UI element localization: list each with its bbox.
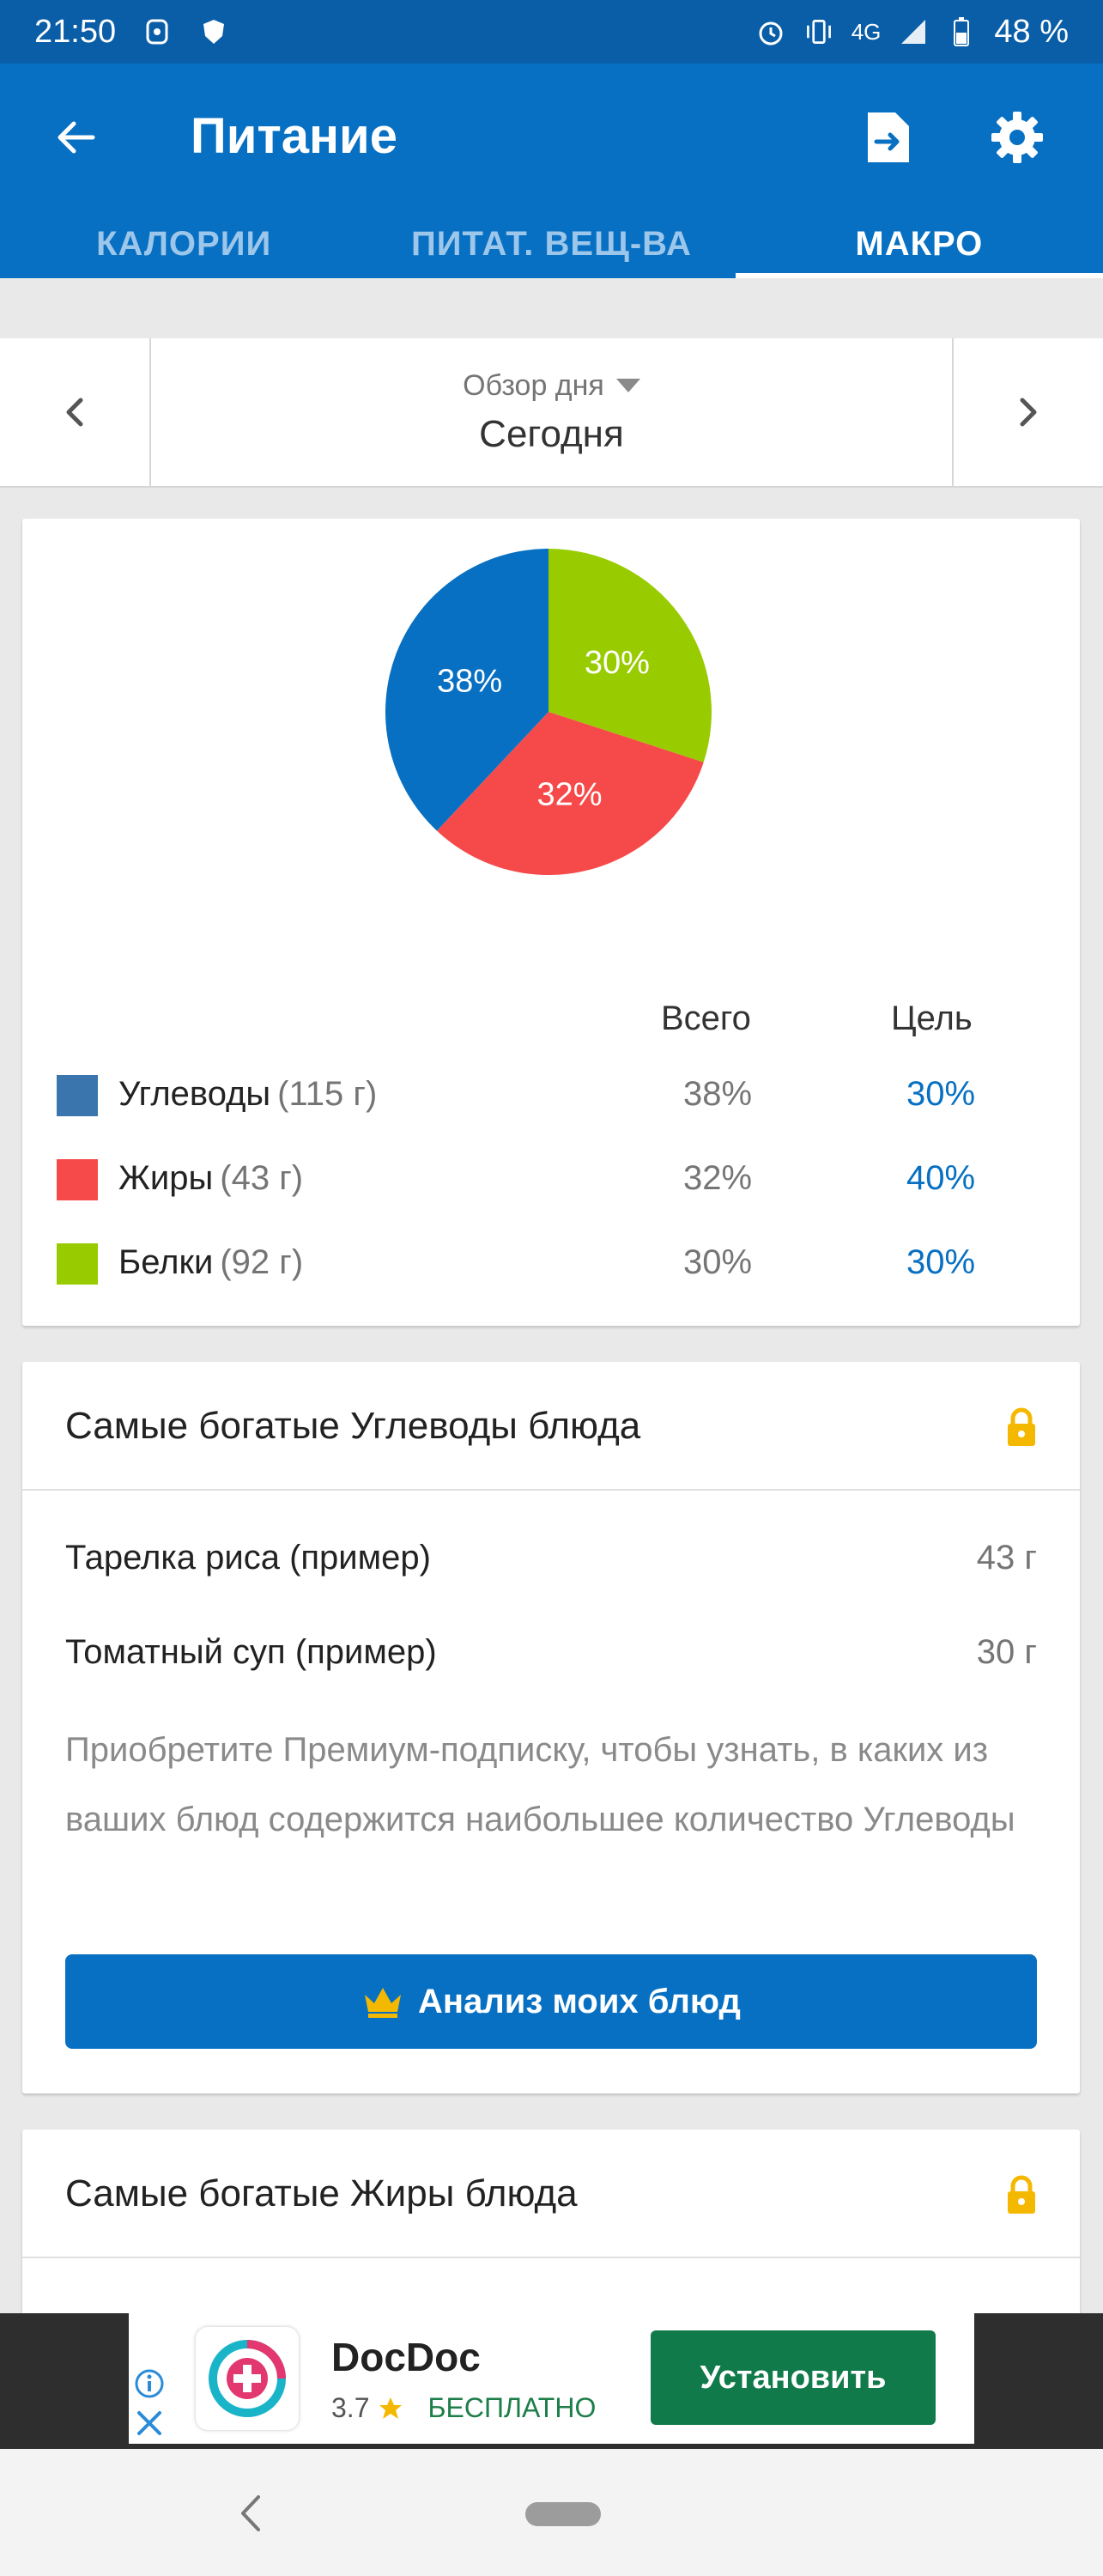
- macro-goal[interactable]: 30%: [906, 1075, 975, 1114]
- page-title: Питание: [191, 108, 397, 164]
- selected-day: Сегодня: [479, 412, 624, 455]
- alarm-icon: [755, 16, 786, 47]
- macro-row-carbs: Углеводы (115 г) 38% 30%: [22, 1060, 1080, 1128]
- card-header: Самые богатые Углеводы блюда: [22, 1362, 1080, 1491]
- battery-icon: [946, 16, 977, 47]
- battery-level: 48 %: [994, 13, 1069, 50]
- app-bar: Питание КАЛОРИИ ПИТАТ. ВЕЩ-ВА МАКРО: [0, 64, 1103, 278]
- chevron-left-icon: [66, 398, 83, 427]
- legend-swatch: [57, 1243, 98, 1285]
- day-selector[interactable]: Обзор дня Сегодня: [151, 338, 952, 486]
- macro-row-fats: Жиры (43 г) 32% 40%: [22, 1144, 1080, 1212]
- crown-icon: [365, 1988, 402, 2018]
- star-icon: [379, 2397, 403, 2419]
- button-label: Анализ моих блюд: [418, 1982, 741, 2020]
- ad-price: БЕСПЛАТНО: [427, 2392, 597, 2423]
- install-button[interactable]: Установить: [651, 2330, 936, 2425]
- pie-label-1: 32%: [537, 777, 603, 813]
- pie-label-2: 30%: [585, 645, 650, 681]
- pie-chart-svg: 30% 32% 38%: [385, 549, 712, 875]
- gear-icon: [991, 112, 1043, 163]
- macro-name: Углеводы: [118, 1075, 271, 1113]
- card-header: Самые богатые Жиры блюда: [22, 2129, 1080, 2258]
- chevron-left-icon: [241, 2495, 260, 2531]
- macro-row-protein: Белки (92 г) 30% 30%: [22, 1228, 1080, 1297]
- tab-label: ПИТАТ. ВЕЩ-ВА: [411, 224, 692, 263]
- macro-total: 30%: [683, 1243, 753, 1281]
- chevron-right-icon: [1020, 398, 1037, 427]
- top-carbs-foods-card: Самые богатые Углеводы блюда Тарелка рис…: [22, 1362, 1080, 2093]
- card-title: Самые богатые Углеводы блюда: [65, 1405, 641, 1447]
- info-icon[interactable]: [134, 2368, 165, 2399]
- macro-goal[interactable]: 40%: [906, 1159, 975, 1198]
- tab-bar: КАЛОРИИ ПИТАТ. ВЕЩ-ВА МАКРО: [0, 210, 1103, 278]
- header-goal: Цель: [891, 999, 973, 1037]
- caret-down-icon: [615, 379, 640, 392]
- ad-meta: 3.7 БЕСПЛАТНО: [331, 2392, 596, 2424]
- analyze-meals-button[interactable]: Анализ моих блюд: [65, 1954, 1037, 2049]
- macro-amount: (92 г): [220, 1243, 304, 1281]
- food-qty: 30 г: [976, 1633, 1037, 1671]
- status-time: 21:50: [34, 13, 117, 50]
- signal-icon: [898, 16, 929, 47]
- back-button[interactable]: [41, 103, 110, 172]
- food-name: Тарелка риса (пример): [65, 1539, 431, 1577]
- macro-name-wrap: Углеводы (115 г): [118, 1075, 377, 1114]
- view-mode-dropdown[interactable]: Обзор дня: [463, 369, 640, 403]
- system-nav-bar: [0, 2449, 1103, 2576]
- ad-content[interactable]: DocDoc 3.7 БЕСПЛАТНО Установить: [129, 2313, 974, 2444]
- settings-button[interactable]: [983, 103, 1051, 172]
- macro-goal[interactable]: 30%: [906, 1243, 975, 1282]
- legend-swatch: [57, 1159, 98, 1200]
- macro-name-wrap: Белки (92 г): [118, 1243, 303, 1282]
- view-mode-label: Обзор дня: [463, 368, 604, 402]
- vibrate-icon: [803, 16, 834, 47]
- legend-swatch: [57, 1075, 98, 1116]
- tab-label: КАЛОРИИ: [96, 224, 272, 263]
- close-icon[interactable]: [134, 2408, 165, 2439]
- status-bar: 21:50 4G 48 %: [0, 0, 1103, 64]
- macro-name-wrap: Жиры (43 г): [118, 1159, 303, 1198]
- macro-total: 32%: [683, 1159, 753, 1197]
- previous-day-button[interactable]: [0, 338, 151, 486]
- tab-macro[interactable]: МАКРО: [735, 210, 1103, 278]
- tab-label: МАКРО: [855, 224, 984, 263]
- header-total: Всего: [661, 999, 751, 1037]
- tab-nutrients[interactable]: ПИТАТ. ВЕЩ-ВА: [367, 210, 735, 278]
- shield-icon: [198, 16, 229, 47]
- food-row: Тарелка риса (пример) 43 г: [65, 1539, 1037, 1577]
- system-back-button[interactable]: [225, 2483, 276, 2543]
- arrow-left-icon: [58, 121, 95, 154]
- macro-amount: (115 г): [277, 1075, 378, 1113]
- lock-icon: [1008, 2175, 1035, 2214]
- network-type: 4G: [851, 18, 882, 45]
- macro-name: Жиры: [118, 1159, 214, 1197]
- notification-icon: [142, 16, 173, 47]
- export-button[interactable]: [854, 103, 923, 172]
- macro-summary-card: 30% 32% 38% Всего Цель Углеводы (115 г) 38%…: [22, 519, 1080, 1326]
- food-row: Томатный суп (пример) 30 г: [65, 1633, 1037, 1672]
- button-label: Установить: [700, 2359, 887, 2396]
- card-title: Самые богатые Жиры блюда: [65, 2172, 578, 2215]
- macro-pie-chart: 30% 32% 38%: [381, 544, 716, 879]
- ad-rating: 3.7: [331, 2392, 370, 2423]
- food-qty: 43 г: [976, 1539, 1037, 1577]
- premium-upsell-text: Приобретите Премиум-подписку, чтобы узна…: [65, 1731, 1015, 1838]
- pie-label-0: 38%: [437, 664, 502, 700]
- file-export-icon: [868, 112, 909, 162]
- lock-icon: [1008, 1407, 1035, 1446]
- food-name: Томатный суп (пример): [65, 1633, 437, 1671]
- ad-app-name: DocDoc: [331, 2335, 481, 2379]
- macro-name: Белки: [118, 1243, 214, 1281]
- ad-banner: DocDoc 3.7 БЕСПЛАТНО Установить: [0, 2313, 1103, 2449]
- next-day-button[interactable]: [952, 338, 1103, 486]
- macro-total: 38%: [683, 1075, 753, 1113]
- tab-calories[interactable]: КАЛОРИИ: [0, 210, 367, 278]
- app-logo: [196, 2327, 299, 2430]
- macro-amount: (43 г): [220, 1159, 304, 1197]
- day-navigator: Обзор дня Сегодня: [0, 338, 1103, 488]
- home-pill[interactable]: [525, 2502, 601, 2526]
